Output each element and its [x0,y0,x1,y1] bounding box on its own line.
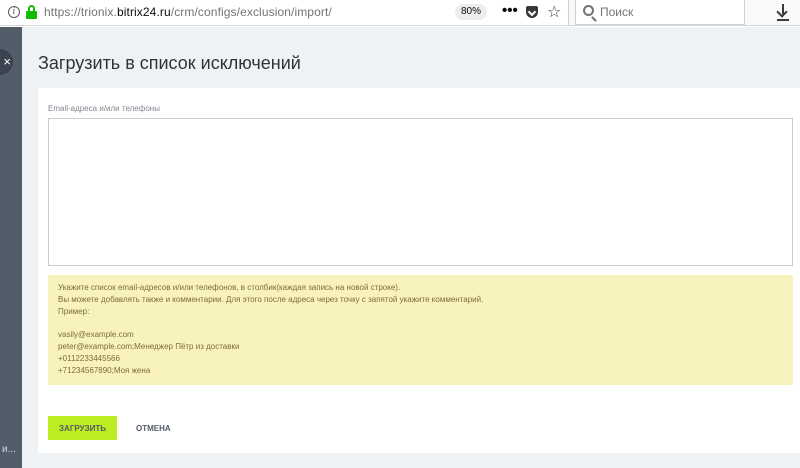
browser-toolbar: i https://trionix.bitrix24.ru/crm/config… [0,0,800,26]
hint-box: Укажите список email-адресов и/или телеф… [48,275,793,385]
url-bar[interactable]: i https://trionix.bitrix24.ru/crm/config… [0,0,569,25]
search-input[interactable] [600,2,740,22]
close-icon: × [3,54,11,69]
hint-line: Пример: [58,306,90,316]
addresses-textarea[interactable] [48,118,793,266]
page-title: Загрузить в список исключений [38,53,301,73]
hint-line: vasily@example.com [58,330,134,340]
close-slider-button[interactable]: × [0,49,13,75]
import-form-card: Email-адреса и/или телефоны Укажите спис… [38,88,800,453]
zoom-badge[interactable]: 80% [455,4,488,20]
hint-line [58,317,783,329]
download-icon[interactable] [776,2,790,22]
url-prefix: https://trionix. [44,5,117,19]
pocket-icon[interactable] [526,6,538,18]
hint-line: +71234567890;Моя жена [58,365,151,375]
field-label: Email-адреса и/или телефоны [48,104,160,113]
background-text: и... [2,444,16,455]
menu-dots-icon[interactable]: ••• [502,2,518,19]
search-icon [583,5,594,16]
slider-panel: Загрузить в список исключений Email-адре… [22,27,800,468]
star-icon[interactable]: ☆ [547,2,561,22]
hint-line: Вы можете добавлять также и комментарии.… [58,294,484,304]
url-host: bitrix24.ru [116,5,171,19]
page-area: × и... Загрузить в список исключений Ema… [0,27,800,468]
info-icon[interactable]: i [8,6,20,18]
url-text[interactable]: https://trionix.bitrix24.ru/crm/configs/… [44,5,332,19]
hint-line: peter@example.com;Менеджер Пётр из доста… [58,341,240,351]
url-path: /crm/configs/exclusion/import/ [170,5,332,19]
hint-line: +0112233445566 [58,353,120,363]
cancel-button[interactable]: ОТМЕНА [128,416,179,440]
hint-line: Укажите список email-адресов и/или телеф… [58,283,401,292]
upload-button[interactable]: ЗАГРУЗИТЬ [48,416,117,440]
search-box[interactable] [575,0,745,25]
background-page-strip: × и... [0,27,22,468]
lock-icon[interactable] [26,5,37,19]
